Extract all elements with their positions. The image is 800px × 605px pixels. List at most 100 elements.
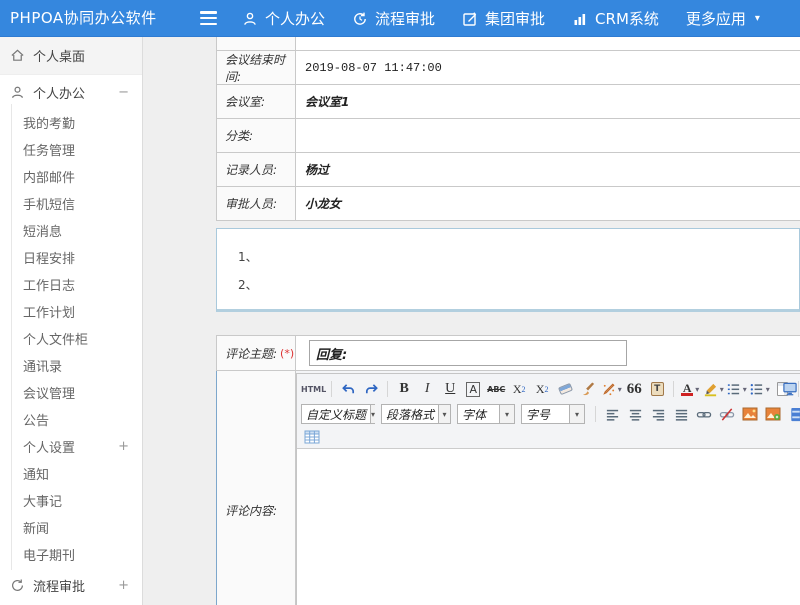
toolbar-separator [595,406,596,422]
auto-typeset-icon[interactable]: ▾ [600,379,622,399]
undo-icon[interactable] [337,379,359,399]
sidebar-item-internal-mail[interactable]: 内部邮件 [0,163,142,190]
sidebar-item-personal-office[interactable]: 个人办公 − [0,75,142,109]
sidebar-item-personal-file-cabinet[interactable]: 个人文件柜 [0,325,142,352]
unordered-list-icon[interactable]: ▾ [748,379,770,399]
underline-button[interactable]: U [439,379,461,399]
comment-subject-input[interactable] [309,340,627,366]
format-brush-icon[interactable] [577,379,599,399]
editor-content-area[interactable] [297,449,800,605]
table-row-comment-subject: 评论主题: (*) [216,335,800,371]
sidebar-item-meeting-management[interactable]: 会议管理 [0,379,142,406]
sidebar-item-personal-desktop[interactable]: 个人桌面 [0,37,142,75]
expand-icon[interactable]: + [118,578,129,593]
italic-button[interactable]: I [416,379,438,399]
sidebar-item-work-log[interactable]: 工作日志 [0,271,142,298]
nav-crm-system[interactable]: CRM系统 [572,8,659,29]
table-row-partial [216,37,800,51]
sidebar-item-label: 流程审批 [33,576,85,595]
sidebar-item-label: 新闻 [23,518,49,537]
redo-icon[interactable] [360,379,382,399]
subscript-button[interactable]: X2 [531,379,553,399]
sidebar-item-work-plan[interactable]: 工作计划 [0,298,142,325]
sidebar-item-label: 大事记 [23,491,62,510]
sidebar-item-schedule[interactable]: 日程安排 [0,244,142,271]
insert-media-icon[interactable] [785,404,800,424]
sidebar-item-memorabilia[interactable]: 大事记 [0,487,142,514]
field-label: 会议室: [217,85,296,118]
nav-personal-office[interactable]: 个人办公 [242,8,325,29]
sidebar-item-short-message[interactable]: 短消息 [0,217,142,244]
caret-down-icon: ▾ [755,13,760,24]
toolbar-row-3 [301,427,800,446]
nav-label: 个人办公 [265,8,325,29]
strikethrough-button[interactable]: ABC [485,379,507,399]
sidebar-item-contacts[interactable]: 通讯录 [0,352,142,379]
eraser-icon[interactable] [554,379,576,399]
field-value [296,119,800,152]
top-bar: PHPOA协同办公软件 个人办公 流程审批 集团审批 CRM系统 更多应用 ▾ [0,0,800,37]
sidebar-item-e-journal[interactable]: 电子期刊 [0,541,142,568]
nav-workflow-approval[interactable]: 流程审批 [352,8,435,29]
fullscreen-icon[interactable] [779,378,800,398]
home-icon [10,48,25,63]
sidebar-item-label: 公告 [23,410,49,429]
highlight-color-icon[interactable]: ▾ [702,379,724,399]
sidebar-item-announcement[interactable]: 公告 [0,406,142,433]
align-justify-icon[interactable] [670,404,692,424]
nav-more-apps[interactable]: 更多应用 ▾ [686,8,760,29]
field-label: 会议结束时间: [217,51,296,84]
html-source-button[interactable]: HTML [301,379,326,399]
insert-link-icon[interactable] [693,404,715,424]
font-color-button[interactable]: A▾ [679,379,701,399]
sidebar-item-label: 电子期刊 [23,545,75,564]
expand-icon[interactable]: + [118,439,129,454]
ordered-list-icon[interactable]: ▾ [725,379,747,399]
paste-from-word-icon[interactable]: T [646,379,668,399]
edit-square-icon [462,11,478,27]
table-row-meeting-end-time: 会议结束时间: 2019-08-07 11:47:00 [216,51,800,85]
font-size-select[interactable]: 字号▾ [521,404,585,424]
sidebar-item-label: 个人桌面 [33,46,85,65]
sidebar-item-notification[interactable]: 通知 [0,460,142,487]
sidebar-item-label: 个人文件柜 [23,329,88,348]
sidebar-item-workflow-approval[interactable]: 流程审批 + [0,568,142,602]
align-center-icon[interactable] [624,404,646,424]
collapse-icon[interactable]: − [118,85,129,100]
font-style-button[interactable]: A [462,379,484,399]
field-value: 杨过 [296,153,800,186]
sidebar-item-task-management[interactable]: 任务管理 [0,136,142,163]
field-value: 小龙女 [296,187,800,220]
bold-button[interactable]: B [393,379,415,399]
sidebar-item-my-attendance[interactable]: 我的考勤 [0,109,142,136]
insert-image-icon[interactable] [739,404,761,424]
sidebar-item-label: 手机短信 [23,194,75,213]
sidebar-item-personal-settings[interactable]: 个人设置 + [0,433,142,460]
sidebar-item-label: 任务管理 [23,140,75,159]
font-family-select[interactable]: 字体▾ [457,404,515,424]
caret-down-icon: ▾ [569,405,584,423]
insert-flash-icon[interactable] [762,404,784,424]
heading-select[interactable]: 自定义标题▾ [301,404,375,424]
required-mark: (*) [280,347,294,360]
paragraph-format-select[interactable]: 段落格式▾ [381,404,451,424]
remove-link-icon[interactable] [716,404,738,424]
align-right-icon[interactable] [647,404,669,424]
superscript-button[interactable]: X2 [508,379,530,399]
field-label: 评论主题: (*) [217,336,296,370]
nav-group-approval[interactable]: 集团审批 [462,8,545,29]
history-icon [10,578,25,593]
sidebar-item-label: 个人办公 [33,83,85,102]
caret-down-icon: ▾ [370,405,375,423]
history-icon [352,11,368,27]
toolbar-separator [387,381,388,397]
align-left-icon[interactable] [601,404,623,424]
sidebar-item-mobile-sms[interactable]: 手机短信 [0,190,142,217]
insert-table-icon[interactable] [301,427,323,447]
app-logo[interactable]: PHPOA协同办公软件 [10,0,157,37]
sidebar-item-label: 我的考勤 [23,113,75,132]
sidebar-item-news[interactable]: 新闻 [0,514,142,541]
main-content: 会议结束时间: 2019-08-07 11:47:00 会议室: 会议室1 分类… [144,37,800,605]
hamburger-menu-icon[interactable] [200,11,217,25]
blockquote-button[interactable]: 66 [623,379,645,399]
